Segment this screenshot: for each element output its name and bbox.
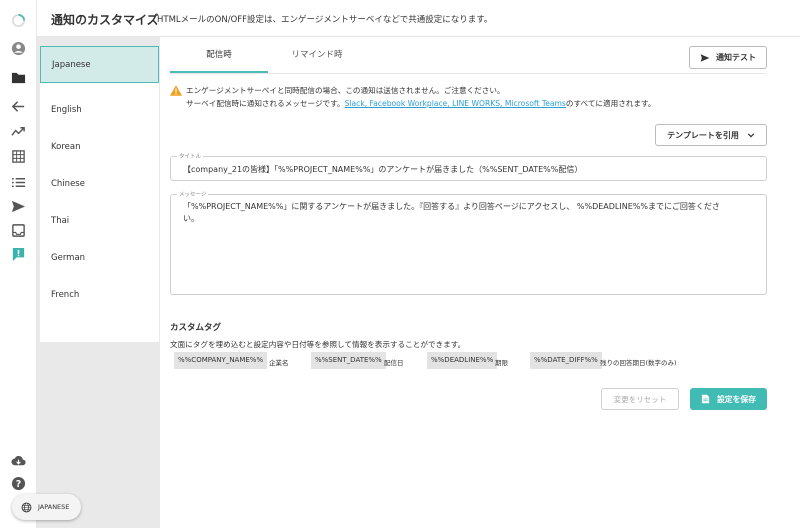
language-item-thai[interactable]: Thai xyxy=(40,203,159,240)
language-item-japanese[interactable]: Japanese xyxy=(40,46,159,83)
warning-line-1: エンゲージメントサーベイと同時配信の場合、この通知は送信されません。ご注意くださ… xyxy=(186,86,505,95)
save-settings-label: 設定を保存 xyxy=(717,394,756,404)
language-item-korean[interactable]: Korean xyxy=(40,129,159,166)
warning-line-2: サーベイ配信時に通知されるメッセージです。Slack, Facebook Wor… xyxy=(186,98,655,109)
language-switcher-button[interactable]: JAPANESE xyxy=(12,494,81,520)
inbox-icon[interactable] xyxy=(10,222,27,239)
title-field-label: タイトル xyxy=(177,152,204,160)
language-panel: Japanese English Korean Chinese Thai Ger… xyxy=(37,37,160,528)
tag-chip-company-name[interactable]: %%COMPANY_NAME%% xyxy=(174,352,268,369)
notify-test-label: 通知テスト xyxy=(716,53,756,62)
tag-chip-deadline[interactable]: %%DEADLINE%% xyxy=(427,352,498,369)
trend-icon[interactable] xyxy=(10,123,27,140)
message-field-line-2: い。 xyxy=(183,214,199,223)
folder-icon[interactable] xyxy=(10,69,27,86)
save-settings-button[interactable]: 設定を保存 xyxy=(690,388,767,410)
tab-on-reminder[interactable]: リマインド時 xyxy=(268,37,366,73)
custom-tags-title: カスタムタグ xyxy=(170,323,222,333)
warning-line-2-suffix: のすべてに適用されます。 xyxy=(565,99,656,108)
tag-chip-sent-date[interactable]: %%SENT_DATE%% xyxy=(311,352,386,369)
back-arrow-icon[interactable] xyxy=(10,98,27,115)
title-field-value: 【company_21の皆様】「%%PROJECT_NAME%%」のアンケートが… xyxy=(183,165,583,174)
icon-rail: ? xyxy=(0,0,37,528)
send-icon[interactable] xyxy=(10,198,27,215)
page-title: 通知のカスタマイズ xyxy=(51,13,159,27)
help-icon[interactable]: ? xyxy=(10,475,27,492)
tag-chip-date-diff[interactable]: %%DATE_DIFF%% xyxy=(530,352,602,369)
language-item-german[interactable]: German xyxy=(40,240,159,277)
building-icon[interactable] xyxy=(10,148,27,165)
message-field-line-1: 「%%PROJECT_NAME%%」に関するアンケートが届きました。『回答する』… xyxy=(183,202,720,211)
language-item-chinese[interactable]: Chinese xyxy=(40,166,159,203)
platforms-link[interactable]: Slack, Facebook Workplace, LINE WORKS, M… xyxy=(345,99,566,108)
tag-desc-sent-date: 配信日 xyxy=(384,359,404,367)
warning-line-2-prefix: サーベイ配信時に通知されるメッセージです。 xyxy=(186,99,345,108)
tag-desc-company-name: 企業名 xyxy=(269,359,289,367)
language-list: Japanese English Korean Chinese Thai Ger… xyxy=(40,46,159,342)
chevron-down-icon xyxy=(747,133,755,138)
tab-on-delivery[interactable]: 配信時 xyxy=(170,37,268,73)
language-item-french[interactable]: French xyxy=(40,277,159,314)
notify-test-button[interactable]: 通知テスト xyxy=(689,46,767,69)
main-content: 配信時 リマインド時 通知テスト エンゲージメントサーベイと同時配信の場合、この… xyxy=(160,37,800,528)
page-header: 通知のカスタマイズ HTMLメールのON/OFF設定は、エンゲージメントサーベイ… xyxy=(37,0,800,37)
page-subtitle: HTMLメールのON/OFF設定は、エンゲージメントサーベイなどで共通設定になり… xyxy=(157,15,493,25)
custom-tags-description: 文面にタグを埋め込むと設定内容や日付等を参照して情報を表示することができます。 xyxy=(170,340,466,349)
tabs-divider xyxy=(170,73,767,74)
user-icon[interactable] xyxy=(10,40,27,57)
message-field-label: メッセージ xyxy=(177,190,209,198)
globe-icon xyxy=(21,502,32,512)
loading-ring-icon xyxy=(10,12,27,29)
tag-desc-date-diff: 残りの回答期日(数字のみ) xyxy=(600,359,677,367)
reset-changes-button[interactable]: 変更をリセット xyxy=(601,388,679,410)
alert-icon[interactable] xyxy=(10,246,27,263)
cloud-download-icon[interactable] xyxy=(10,452,27,469)
message-field[interactable]: メッセージ 「%%PROJECT_NAME%%」に関するアンケートが届きました。… xyxy=(170,190,767,295)
warning-icon xyxy=(170,85,182,96)
language-item-english[interactable]: English xyxy=(40,92,159,129)
document-icon xyxy=(701,394,710,404)
template-dropdown-label: テンプレートを引用 xyxy=(667,130,739,140)
svg-text:?: ? xyxy=(16,479,21,490)
template-dropdown-button[interactable]: テンプレートを引用 xyxy=(655,124,767,146)
list-icon[interactable] xyxy=(10,174,27,191)
send-icon xyxy=(700,53,710,62)
title-field[interactable]: タイトル 【company_21の皆様】「%%PROJECT_NAME%%」のア… xyxy=(170,152,767,181)
language-switcher-label: JAPANESE xyxy=(38,503,70,511)
tag-desc-deadline: 期限 xyxy=(495,359,508,367)
